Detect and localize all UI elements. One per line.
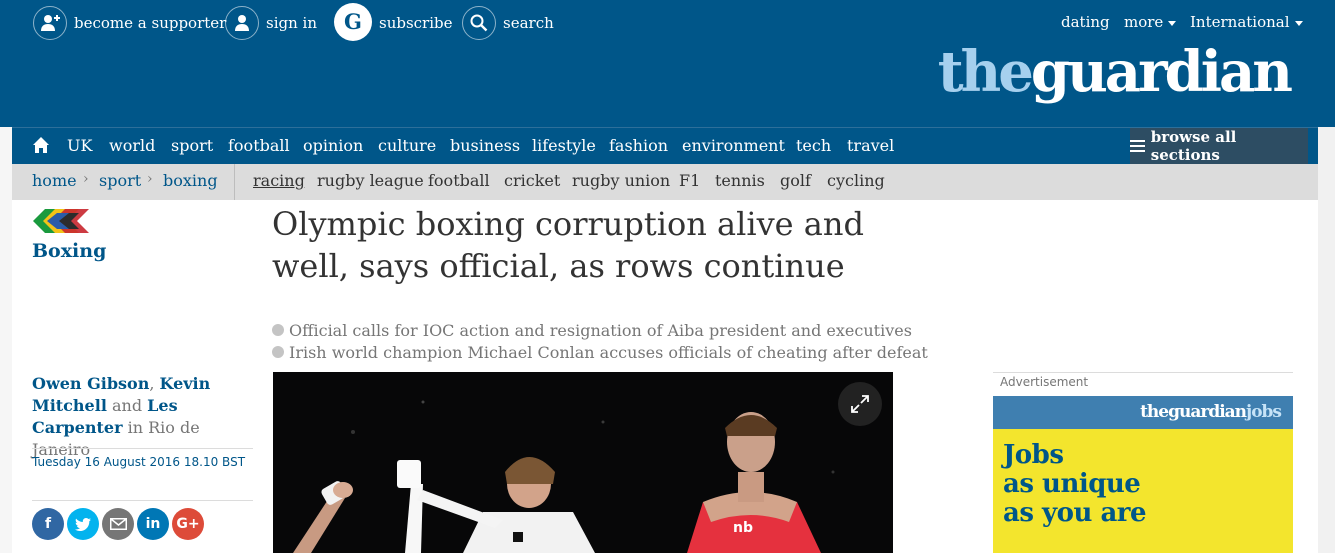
breadcrumb-home[interactable]: home bbox=[32, 171, 77, 190]
subnav-item-cycling[interactable]: cycling bbox=[827, 171, 885, 190]
svg-text:G: G bbox=[344, 9, 362, 34]
standfirst: Official calls for IOC action and resign… bbox=[272, 320, 928, 364]
subnav-item-rugby-union[interactable]: rugby union bbox=[572, 171, 670, 190]
subnav-item-football[interactable]: football bbox=[428, 171, 490, 190]
browse-all-sections-button[interactable]: browse all sections bbox=[1130, 128, 1308, 164]
subnav-item-tennis[interactable]: tennis bbox=[715, 171, 765, 190]
search-icon bbox=[462, 6, 496, 40]
subscribe-label: subscribe bbox=[379, 14, 453, 32]
add-user-icon bbox=[33, 6, 67, 40]
standfirst-text: Official calls for IOC action and resign… bbox=[289, 321, 912, 340]
breadcrumb-chevron-icon: › bbox=[147, 171, 153, 187]
edition-label: International bbox=[1190, 13, 1290, 31]
nav-item-fashion[interactable]: fashion bbox=[609, 136, 668, 155]
nav-item-culture[interactable]: culture bbox=[378, 136, 436, 155]
ad-logo-main: theguardian bbox=[1140, 402, 1247, 422]
expand-image-button[interactable] bbox=[838, 382, 882, 426]
become-supporter-link[interactable]: become a supporter bbox=[33, 5, 226, 41]
guardian-article-page: become a supporter sign in G subscribe s… bbox=[0, 0, 1335, 553]
bullet-icon bbox=[272, 346, 284, 358]
nav-item-sport[interactable]: sport bbox=[171, 136, 213, 155]
chevron-down-icon bbox=[1294, 20, 1303, 26]
logo-the: the bbox=[937, 39, 1034, 105]
guardian-logo[interactable]: theguardian bbox=[938, 44, 1293, 100]
nav-item-tech[interactable]: tech bbox=[796, 136, 831, 155]
dating-link[interactable]: dating bbox=[1061, 13, 1110, 31]
svg-text:nb: nb bbox=[733, 520, 753, 536]
nav-item-travel[interactable]: travel bbox=[847, 136, 894, 155]
standfirst-text: Irish world champion Michael Conlan accu… bbox=[289, 343, 928, 362]
linkedin-icon[interactable]: in bbox=[137, 508, 169, 540]
nav-item-world[interactable]: world bbox=[109, 136, 155, 155]
google-plus-glyph: G+ bbox=[176, 516, 200, 532]
divider bbox=[32, 448, 253, 449]
article-main-image[interactable]: nb bbox=[273, 372, 893, 553]
nav-item-football[interactable]: football bbox=[228, 136, 290, 155]
subscribe-link[interactable]: G subscribe bbox=[334, 3, 453, 41]
share-buttons: f in G+ bbox=[32, 508, 207, 540]
nav-item-lifestyle[interactable]: lifestyle bbox=[532, 136, 596, 155]
boxing-photo: nb bbox=[273, 372, 893, 553]
nav-item-business[interactable]: business bbox=[450, 136, 520, 155]
article-headline: Olympic boxing corruption alive and well… bbox=[272, 205, 864, 285]
facebook-icon[interactable]: f bbox=[32, 508, 64, 540]
ad-line: as you are bbox=[1003, 498, 1147, 528]
linkedin-glyph: in bbox=[145, 516, 161, 532]
nav-item-opinion[interactable]: opinion bbox=[303, 136, 363, 155]
sign-in-label: sign in bbox=[266, 14, 317, 32]
more-menu[interactable]: more bbox=[1124, 13, 1177, 31]
publish-date: Tuesday 16 August 2016 18.10 BST bbox=[32, 455, 246, 469]
facebook-glyph: f bbox=[44, 516, 52, 532]
ad-line: as unique bbox=[1003, 469, 1141, 499]
subnav-divider bbox=[234, 164, 235, 200]
nav-item-environment[interactable]: environment bbox=[682, 136, 785, 155]
subnav-item-rugby-league[interactable]: rugby league bbox=[317, 171, 424, 190]
google-plus-icon[interactable]: G+ bbox=[172, 508, 204, 540]
ad-logo-jobs: jobs bbox=[1246, 402, 1282, 422]
guardian-jobs-logo: theguardianjobs bbox=[1140, 402, 1282, 422]
primary-nav: UK world sport football opinion culture … bbox=[12, 127, 1318, 164]
olympics-flags-icon bbox=[33, 209, 89, 233]
breadcrumb-sport[interactable]: sport bbox=[99, 171, 141, 190]
browse-label: browse all sections bbox=[1150, 128, 1237, 164]
breadcrumb-boxing[interactable]: boxing bbox=[163, 171, 218, 190]
ad-banner[interactable]: theguardianjobs Jobs as unique as you ar… bbox=[993, 396, 1293, 553]
nav-item-uk[interactable]: UK bbox=[67, 136, 92, 155]
expand-icon bbox=[851, 395, 869, 413]
ad-banner-header: theguardianjobs bbox=[993, 396, 1293, 429]
byline-separator: , bbox=[149, 374, 160, 393]
ad-line: Jobs bbox=[1003, 440, 1064, 470]
twitter-icon[interactable] bbox=[67, 508, 99, 540]
advertisement-label: Advertisement bbox=[1000, 375, 1089, 389]
search-link[interactable]: search bbox=[462, 5, 554, 41]
subnav-item-racing[interactable]: racing bbox=[253, 171, 305, 190]
search-label: search bbox=[503, 14, 554, 32]
subnav-item-cricket[interactable]: cricket bbox=[504, 171, 560, 190]
subnav-item-golf[interactable]: golf bbox=[780, 171, 811, 190]
chevron-down-icon bbox=[1168, 20, 1177, 26]
dating-label: dating bbox=[1061, 13, 1110, 31]
sign-in-link[interactable]: sign in bbox=[225, 5, 317, 41]
menu-icon bbox=[1130, 137, 1145, 155]
email-icon[interactable] bbox=[102, 508, 134, 540]
breadcrumb-chevron-icon: › bbox=[83, 171, 89, 187]
standfirst-item: Official calls for IOC action and resign… bbox=[272, 320, 912, 342]
standfirst-item: Irish world champion Michael Conlan accu… bbox=[272, 342, 928, 364]
guardian-g-icon: G bbox=[334, 3, 372, 41]
ad-copy: Jobs as unique as you are bbox=[1003, 440, 1147, 528]
section-label[interactable]: Boxing bbox=[32, 240, 106, 262]
home-icon[interactable] bbox=[32, 136, 50, 154]
become-supporter-label: become a supporter bbox=[74, 14, 227, 32]
byline-and: and bbox=[106, 396, 148, 415]
scrollbar[interactable] bbox=[1318, 127, 1335, 553]
user-icon bbox=[225, 6, 259, 40]
logo-guardian: guardian bbox=[1030, 39, 1293, 105]
more-label: more bbox=[1124, 13, 1164, 31]
sub-nav: home › sport › boxing racing rugby leagu… bbox=[12, 164, 1318, 200]
author-link[interactable]: Owen Gibson bbox=[32, 374, 149, 393]
edition-menu[interactable]: International bbox=[1190, 13, 1303, 31]
subnav-item-f1[interactable]: F1 bbox=[679, 171, 700, 190]
bullet-icon bbox=[272, 324, 284, 336]
divider bbox=[32, 500, 253, 501]
